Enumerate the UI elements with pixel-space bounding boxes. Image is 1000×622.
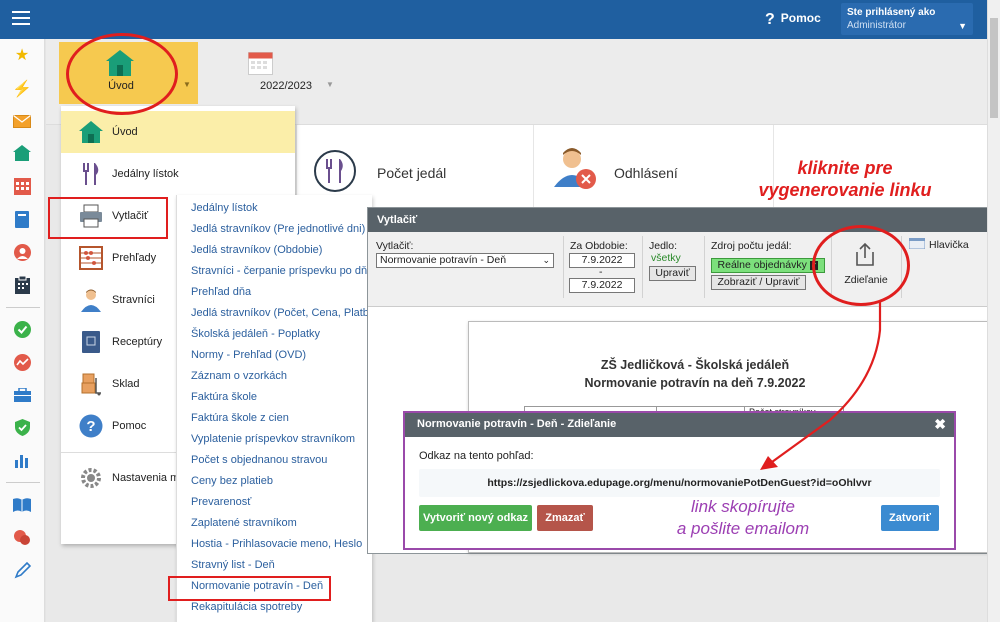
annotation-click-text: kliknite pre vygenerovanie linku	[740, 157, 950, 201]
page-scrollbar[interactable]	[987, 0, 1000, 622]
annotation-click-line2: vygenerovanie linku	[758, 180, 932, 200]
scrollbar-thumb[interactable]	[990, 18, 998, 118]
annotation-arrow	[760, 300, 882, 470]
annotation-copy-text: link skopírujte a pošlite emailom	[638, 496, 848, 540]
annotation-click-line1: kliknite pre	[797, 158, 893, 178]
annotation-copy-line2: a pošlite emailom	[676, 519, 810, 538]
annotation-copy-line1: link skopírujte	[691, 497, 795, 516]
